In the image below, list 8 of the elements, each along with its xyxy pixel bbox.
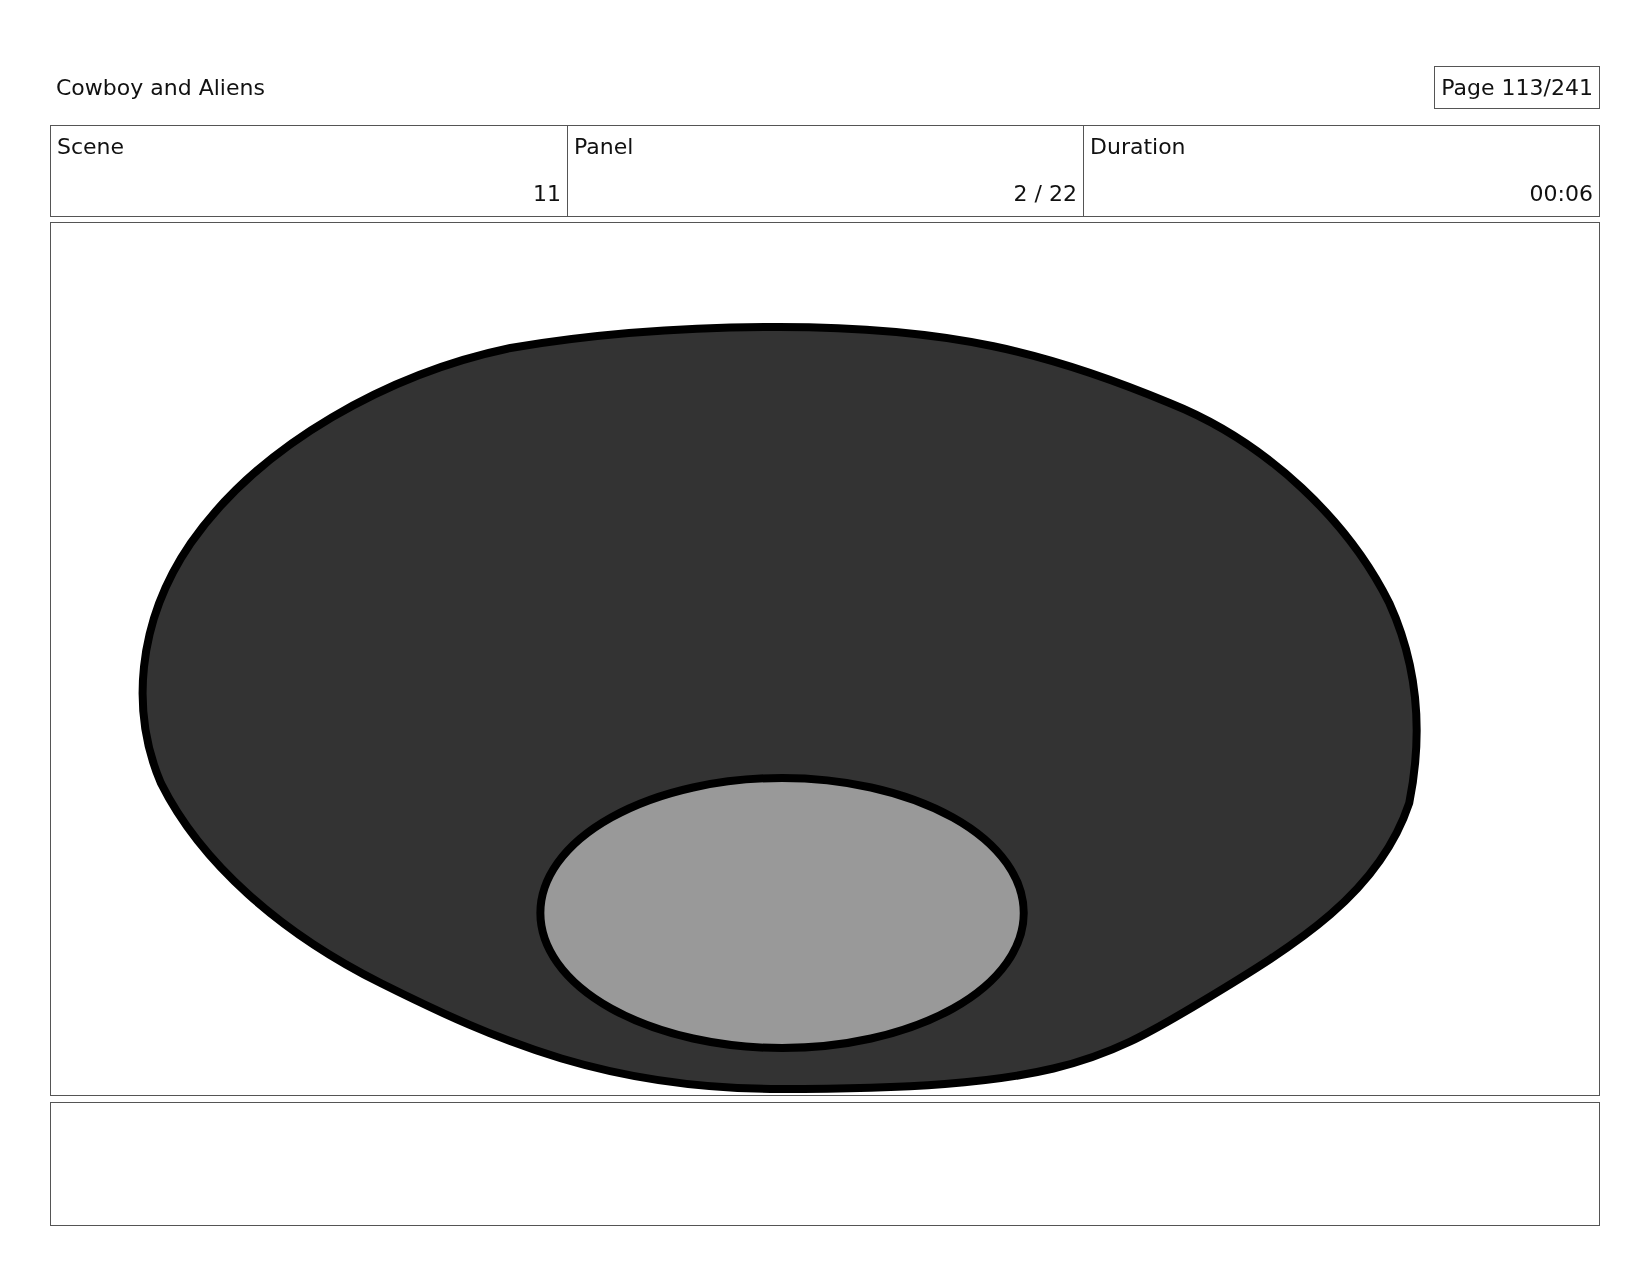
table-cell: 2 / 22 [1013, 181, 1077, 206]
page-number: Page 113/241 [1434, 65, 1600, 109]
table-cell: 00:06 [1529, 181, 1593, 206]
column-header: Duration [1090, 134, 1186, 159]
storyboard-title: Cowboy and Aliens [55, 74, 265, 100]
table-cell: 11 [533, 181, 561, 206]
column-header: Scene [57, 134, 125, 159]
column-header: Panel [574, 134, 634, 159]
